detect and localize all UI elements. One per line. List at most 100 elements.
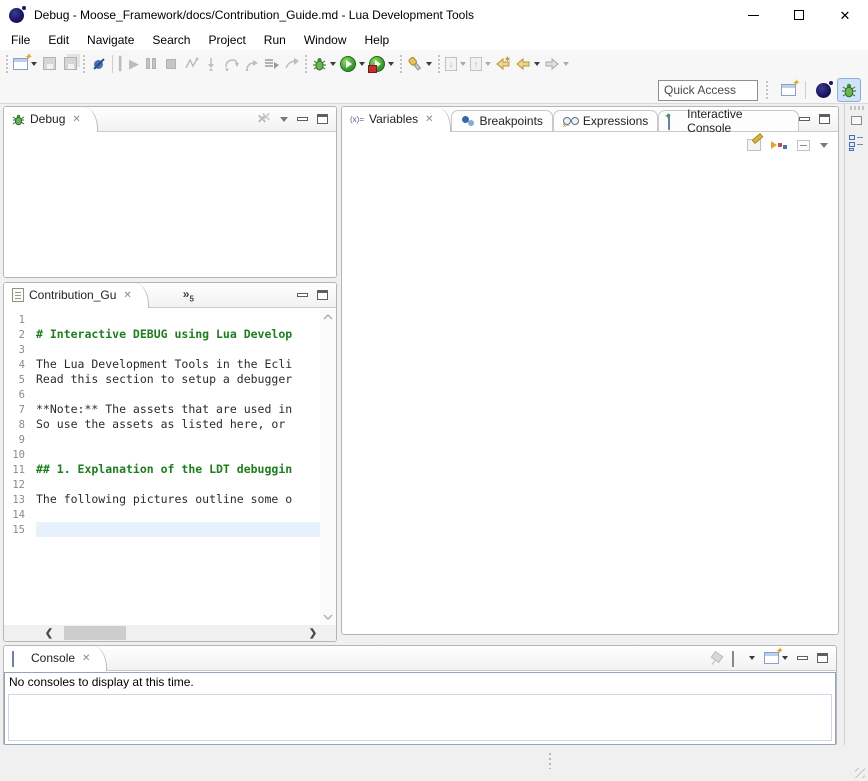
window-maximize-button[interactable] bbox=[776, 0, 822, 30]
scroll-down-icon[interactable] bbox=[322, 613, 334, 621]
menu-edit[interactable]: Edit bbox=[39, 31, 78, 49]
maximize-view-icon[interactable] bbox=[317, 290, 328, 300]
right-trim-bar bbox=[844, 104, 868, 745]
chevron-down-icon bbox=[388, 62, 394, 66]
chevron-down-icon bbox=[359, 62, 365, 66]
terminate-button[interactable] bbox=[161, 53, 181, 75]
menu-project[interactable]: Project bbox=[199, 31, 254, 49]
minimize-view-icon[interactable] bbox=[297, 293, 308, 297]
toolbar-grip bbox=[436, 55, 441, 73]
maximize-view-icon[interactable] bbox=[317, 114, 328, 124]
scrollbar-thumb[interactable] bbox=[64, 626, 126, 640]
step-return-icon bbox=[244, 57, 259, 71]
previous-annotation-button[interactable]: ↑ bbox=[468, 53, 493, 75]
toolbar-grip bbox=[764, 81, 769, 99]
run-button[interactable] bbox=[338, 53, 367, 75]
code-area[interactable]: 1 2# Interactive DEBUG using Lua Develop… bbox=[4, 309, 320, 625]
search-button[interactable] bbox=[405, 53, 434, 75]
tab-label: Contribution_Gu bbox=[29, 288, 116, 302]
pin-console-icon[interactable] bbox=[710, 652, 723, 665]
console-tools: ✦ bbox=[710, 652, 836, 665]
window-resize-grip[interactable] bbox=[855, 768, 865, 778]
show-logical-structure-icon[interactable] bbox=[771, 141, 787, 149]
code-line: 8So use the assets as listed here, or bbox=[4, 417, 320, 432]
chevron-down-icon bbox=[534, 62, 540, 66]
run-external-tools-button[interactable] bbox=[367, 53, 396, 75]
open-console-button[interactable]: ✦ bbox=[764, 652, 788, 664]
tab-close-icon[interactable]: ✕ bbox=[123, 290, 131, 301]
tab-debug[interactable]: Debug ✕ bbox=[4, 107, 98, 132]
window-minimize-button[interactable] bbox=[730, 0, 776, 30]
new-wizard-button[interactable]: ✦ bbox=[11, 53, 39, 75]
menu-window[interactable]: Window bbox=[295, 31, 356, 49]
use-step-filters-button[interactable] bbox=[281, 53, 301, 75]
maximize-view-icon[interactable] bbox=[817, 653, 828, 663]
console-content: No consoles to display at this time. bbox=[4, 672, 836, 745]
outline-view-icon[interactable] bbox=[849, 135, 864, 151]
tab-variables[interactable]: (x)= Variables ✕ bbox=[342, 107, 451, 132]
save-all-button[interactable] bbox=[59, 53, 79, 75]
scrollbar-track[interactable] bbox=[56, 625, 306, 641]
vertical-scrollbar[interactable] bbox=[320, 309, 336, 625]
menu-search[interactable]: Search bbox=[143, 31, 199, 49]
next-annotation-button[interactable]: ↓ bbox=[443, 53, 468, 75]
scroll-left-icon[interactable]: ❮ bbox=[42, 628, 56, 639]
tab-expressions[interactable]: x= Expressions bbox=[553, 110, 658, 131]
menu-run[interactable]: Run bbox=[255, 31, 295, 49]
menu-help[interactable]: Help bbox=[356, 31, 399, 49]
display-selected-console-icon bbox=[732, 652, 746, 665]
code-line: 10 bbox=[4, 447, 320, 462]
tab-close-icon[interactable]: ✕ bbox=[82, 653, 90, 664]
tab-interactive-console[interactable]: ✦ Interactive Console bbox=[658, 110, 799, 131]
forward-button[interactable] bbox=[542, 53, 571, 75]
maximize-view-icon[interactable] bbox=[819, 114, 830, 124]
restore-views-icon[interactable] bbox=[851, 116, 862, 125]
code-line: 7**Note:** The assets that are used in bbox=[4, 402, 320, 417]
skip-all-breakpoints-button[interactable] bbox=[88, 53, 108, 75]
window-close-button[interactable]: ✕ bbox=[822, 0, 868, 30]
star-icon: ✦ bbox=[775, 647, 783, 657]
toolbar-grip bbox=[398, 55, 403, 73]
open-perspective-button[interactable]: ✦ bbox=[776, 78, 800, 102]
toolbar-grip bbox=[303, 55, 308, 73]
display-selected-console-button[interactable] bbox=[732, 652, 755, 665]
svg-text:✱: ✱ bbox=[505, 56, 510, 63]
debug-perspective-button[interactable] bbox=[837, 78, 861, 102]
step-return-button[interactable] bbox=[241, 53, 261, 75]
scroll-right-icon[interactable]: ❯ bbox=[306, 628, 320, 639]
view-menu-icon[interactable] bbox=[820, 143, 828, 148]
back-icon bbox=[515, 56, 531, 71]
disconnect-button[interactable] bbox=[181, 53, 201, 75]
suspend-button[interactable] bbox=[141, 53, 161, 75]
view-menu-icon[interactable] bbox=[280, 117, 288, 122]
hidden-editors-chevron[interactable]: »5 bbox=[183, 287, 194, 303]
minimize-view-icon[interactable] bbox=[797, 656, 808, 660]
tab-console[interactable]: Console ✕ bbox=[4, 646, 107, 671]
tab-contribution-guide[interactable]: Contribution_Gu ✕ bbox=[4, 283, 149, 308]
step-into-button[interactable] bbox=[201, 53, 221, 75]
collapse-all-icon[interactable] bbox=[797, 140, 810, 151]
debug-button[interactable] bbox=[310, 53, 338, 75]
step-over-button[interactable] bbox=[221, 53, 241, 75]
last-edit-location-button[interactable]: ✱ bbox=[493, 53, 513, 75]
scroll-up-icon[interactable] bbox=[322, 313, 334, 321]
console-text-area[interactable] bbox=[8, 694, 832, 741]
menu-navigate[interactable]: Navigate bbox=[78, 31, 143, 49]
minimize-view-icon[interactable] bbox=[297, 117, 308, 121]
chevron-down-icon bbox=[330, 62, 336, 66]
drop-to-frame-button[interactable] bbox=[261, 53, 281, 75]
search-flashlight-icon bbox=[407, 56, 423, 72]
quick-access-input[interactable] bbox=[658, 80, 758, 101]
horizontal-scrollbar[interactable]: ❮ ❯ bbox=[4, 625, 320, 641]
tab-close-icon[interactable]: ✕ bbox=[72, 114, 80, 125]
tab-close-icon[interactable]: ✕ bbox=[425, 114, 433, 125]
back-button[interactable] bbox=[513, 53, 542, 75]
resume-button[interactable]: ▎▶ bbox=[117, 53, 141, 75]
save-button[interactable] bbox=[39, 53, 59, 75]
show-type-names-icon[interactable] bbox=[747, 139, 761, 151]
tab-breakpoints[interactable]: Breakpoints bbox=[451, 110, 553, 131]
minimize-view-icon[interactable] bbox=[799, 117, 810, 121]
menu-file[interactable]: File bbox=[2, 31, 39, 49]
remove-all-terminated-icon[interactable]: ✕ bbox=[257, 113, 271, 125]
lua-perspective-button[interactable] bbox=[811, 78, 835, 102]
